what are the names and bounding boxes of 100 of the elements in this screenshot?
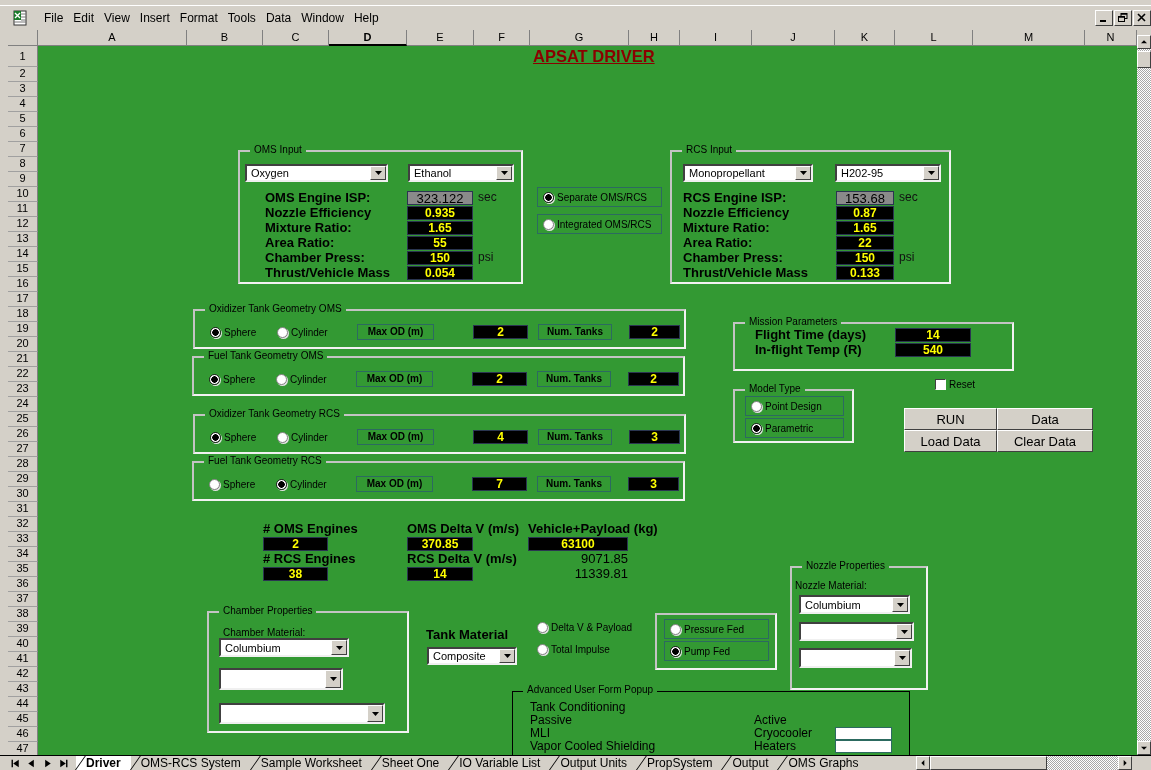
caret-icon[interactable] bbox=[896, 602, 904, 607]
row-header[interactable]: 44 bbox=[8, 697, 38, 712]
radio-button[interactable]: Cylinder bbox=[276, 373, 356, 385]
row-header[interactable]: 11 bbox=[8, 202, 38, 217]
value-field[interactable]: 7 bbox=[472, 477, 527, 491]
value-field[interactable]: 150 bbox=[836, 250, 894, 265]
row-header[interactable]: 45 bbox=[8, 712, 38, 727]
value-field[interactable]: 2 bbox=[472, 372, 527, 386]
value-field[interactable]: 3 bbox=[629, 430, 680, 444]
input-field[interactable] bbox=[835, 727, 892, 740]
value-field[interactable]: 4 bbox=[473, 430, 528, 444]
row-header[interactable]: 21 bbox=[8, 352, 38, 367]
value-field[interactable]: 55 bbox=[407, 235, 473, 250]
row-header[interactable]: 17 bbox=[8, 292, 38, 307]
macro-button[interactable]: Load Data bbox=[904, 430, 997, 452]
value-field[interactable]: 540 bbox=[895, 342, 971, 357]
row-header[interactable]: 5 bbox=[8, 112, 38, 127]
menu-item[interactable]: Data bbox=[260, 11, 297, 25]
row-header[interactable]: 37 bbox=[8, 592, 38, 607]
spreadsheet-icon[interactable] bbox=[12, 10, 28, 26]
value-field[interactable]: 22 bbox=[836, 235, 894, 250]
row-header[interactable]: 15 bbox=[8, 262, 38, 277]
radio-button[interactable]: Cylinder bbox=[276, 478, 356, 490]
radio-button[interactable]: Point Design bbox=[745, 396, 844, 416]
row-header[interactable]: 24 bbox=[8, 397, 38, 412]
row-header[interactable]: 30 bbox=[8, 487, 38, 502]
radio-button[interactable]: Sphere bbox=[210, 431, 277, 443]
row-header[interactable]: 19 bbox=[8, 322, 38, 337]
row-header[interactable]: 41 bbox=[8, 652, 38, 667]
column-header[interactable]: B bbox=[187, 30, 263, 46]
radio-button[interactable]: Pressure Fed bbox=[664, 619, 769, 639]
caret-icon[interactable] bbox=[371, 711, 379, 716]
radio-button[interactable]: Sphere bbox=[209, 478, 276, 490]
menu-item[interactable]: Tools bbox=[222, 11, 261, 25]
row-header[interactable]: 2 bbox=[8, 67, 38, 82]
value-field[interactable]: 1.65 bbox=[407, 220, 473, 235]
scroll-thumb[interactable] bbox=[930, 756, 1047, 770]
radio-button[interactable]: Parametric bbox=[745, 418, 844, 438]
row-header[interactable]: 10 bbox=[8, 187, 38, 202]
dropdown[interactable]: Monopropellant bbox=[683, 164, 813, 182]
value-field[interactable]: 2 bbox=[629, 325, 680, 339]
radio-button[interactable]: Integrated OMS/RCS bbox=[537, 214, 662, 234]
dropdown[interactable]: Columbium bbox=[799, 595, 910, 614]
column-header[interactable]: J bbox=[752, 30, 835, 46]
value-field[interactable]: 150 bbox=[407, 250, 473, 265]
menu-item[interactable]: Insert bbox=[134, 11, 175, 25]
dropdown[interactable] bbox=[799, 648, 912, 668]
row-header[interactable]: 8 bbox=[8, 157, 38, 172]
column-header[interactable]: M bbox=[973, 30, 1085, 46]
row-header[interactable]: 16 bbox=[8, 277, 38, 292]
row-header[interactable]: 38 bbox=[8, 607, 38, 622]
caret-icon[interactable] bbox=[374, 171, 382, 175]
close-icon[interactable] bbox=[1133, 10, 1151, 26]
value-field[interactable]: 14 bbox=[895, 327, 971, 342]
column-header[interactable]: N bbox=[1085, 30, 1137, 46]
value-field[interactable]: 3 bbox=[628, 477, 679, 491]
menu-item[interactable]: Help bbox=[348, 11, 384, 25]
restore-icon[interactable] bbox=[1114, 10, 1132, 26]
caret-icon[interactable] bbox=[900, 629, 908, 634]
value-field[interactable]: 0.935 bbox=[407, 205, 473, 220]
caret-icon[interactable] bbox=[335, 645, 343, 650]
row-header[interactable]: 32 bbox=[8, 517, 38, 532]
value-field[interactable]: 38 bbox=[263, 566, 328, 581]
column-header[interactable]: F bbox=[474, 30, 530, 46]
row-header[interactable]: 7 bbox=[8, 142, 38, 157]
row-header[interactable]: 31 bbox=[8, 502, 38, 517]
caret-icon[interactable] bbox=[799, 171, 807, 175]
value-field[interactable]: 2 bbox=[263, 536, 328, 551]
row-header[interactable]: 4 bbox=[8, 97, 38, 112]
dropdown[interactable]: H202-95 bbox=[835, 164, 941, 182]
menu-item[interactable]: Window bbox=[296, 11, 349, 25]
sheet-tab[interactable]: Driver bbox=[76, 756, 131, 770]
dropdown[interactable] bbox=[219, 703, 385, 724]
row-header[interactable]: 35 bbox=[8, 562, 38, 577]
caret-icon[interactable] bbox=[503, 654, 511, 658]
menu-item[interactable]: View bbox=[99, 11, 135, 25]
caret-icon[interactable] bbox=[500, 171, 508, 175]
value-field[interactable]: 0.054 bbox=[407, 265, 473, 280]
row-header[interactable]: 22 bbox=[8, 367, 38, 382]
macro-button[interactable]: RUN bbox=[904, 408, 997, 430]
radio-button[interactable]: Cylinder bbox=[277, 326, 357, 338]
checkbox[interactable]: Reset bbox=[935, 379, 976, 390]
column-header[interactable]: H bbox=[629, 30, 680, 46]
row-header[interactable]: 23 bbox=[8, 382, 38, 397]
row-header[interactable]: 34 bbox=[8, 547, 38, 562]
row-header[interactable]: 20 bbox=[8, 337, 38, 352]
column-header[interactable]: L bbox=[895, 30, 973, 46]
dropdown[interactable]: Ethanol bbox=[408, 164, 514, 182]
column-header[interactable]: I bbox=[680, 30, 752, 46]
column-header[interactable]: C bbox=[263, 30, 329, 46]
radio-button[interactable]: Separate OMS/RCS bbox=[537, 187, 662, 207]
radio-button[interactable]: Sphere bbox=[210, 326, 277, 338]
row-header[interactable]: 33 bbox=[8, 532, 38, 547]
value-field[interactable]: 2 bbox=[473, 325, 528, 339]
macro-button[interactable]: Data bbox=[997, 408, 1093, 430]
menu-item[interactable]: Edit bbox=[68, 11, 100, 25]
dropdown[interactable]: Composite bbox=[427, 647, 517, 665]
radio-button[interactable]: Total Impulse bbox=[537, 644, 633, 655]
column-header[interactable]: K bbox=[835, 30, 895, 46]
radio-button[interactable]: Cylinder bbox=[277, 431, 357, 443]
